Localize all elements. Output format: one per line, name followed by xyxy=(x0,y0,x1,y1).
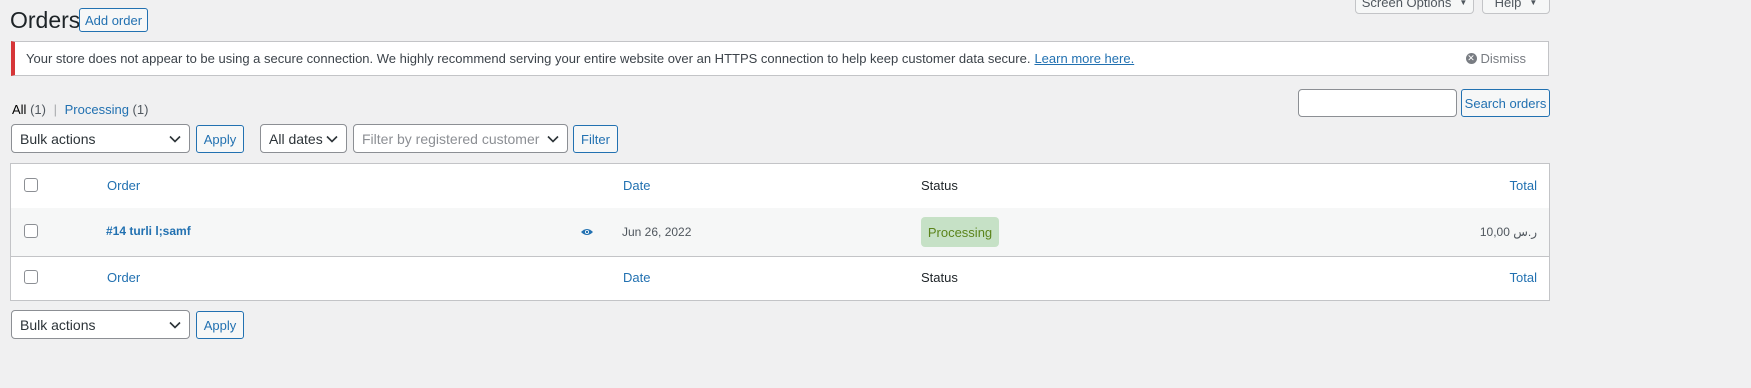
apply-button-bottom[interactable]: Apply xyxy=(196,311,244,339)
dismiss-button[interactable]: ✕ Dismiss xyxy=(1465,51,1527,66)
view-processing[interactable]: Processing (1) xyxy=(65,102,149,117)
view-all[interactable]: All (1) xyxy=(12,102,50,117)
column-header-total[interactable]: Total xyxy=(1510,178,1537,193)
notice-message: Your store does not appear to be using a… xyxy=(26,51,1031,66)
screen-options-label: Screen Options xyxy=(1361,0,1452,10)
view-all-count: (1) xyxy=(30,102,46,117)
order-date: Jun 26, 2022 xyxy=(622,225,692,239)
customer-filter-placeholder: Filter by registered customer xyxy=(362,130,540,147)
select-all-checkbox-footer[interactable] xyxy=(24,270,38,284)
bulk-actions-select-bottom[interactable]: Bulk actions xyxy=(11,310,190,339)
dates-select[interactable]: All dates xyxy=(260,124,347,153)
column-header-status: Status xyxy=(921,178,958,193)
chevron-down-icon xyxy=(326,135,338,143)
order-link[interactable]: #14 turli l;samf xyxy=(106,224,191,238)
chevron-down-icon xyxy=(547,135,559,143)
customer-filter-select[interactable]: Filter by registered customer xyxy=(353,124,568,153)
dismiss-icon: ✕ xyxy=(1465,53,1477,64)
filter-button[interactable]: Filter xyxy=(573,125,618,153)
search-input[interactable] xyxy=(1298,89,1457,117)
table-row[interactable]: #14 turli l;samf Jun 26, 2022 Processing… xyxy=(11,208,1549,257)
dates-value: All dates xyxy=(269,130,323,147)
column-footer-order[interactable]: Order xyxy=(107,270,140,285)
view-all-label: All xyxy=(12,102,27,117)
chevron-down-icon xyxy=(169,321,181,329)
add-order-button[interactable]: Add order xyxy=(79,8,148,32)
table-header-row: Order Date Status Total xyxy=(11,164,1549,209)
help-label: Help xyxy=(1494,0,1522,10)
caret-down-icon: ▼ xyxy=(1529,0,1538,7)
view-processing-label: Processing xyxy=(64,102,129,117)
column-footer-date[interactable]: Date xyxy=(623,270,650,285)
help-button[interactable]: Help ▼ xyxy=(1482,0,1550,14)
column-header-order[interactable]: Order xyxy=(107,178,140,193)
bulk-actions-value: Bulk actions xyxy=(20,130,96,147)
column-header-date[interactable]: Date xyxy=(623,178,650,193)
screen-options-button[interactable]: Screen Options ▼ xyxy=(1355,0,1474,14)
bulk-actions-select[interactable]: Bulk actions xyxy=(11,124,190,153)
page-title: Orders xyxy=(10,7,81,33)
status-badge: Processing xyxy=(921,217,999,247)
column-footer-status: Status xyxy=(921,270,958,285)
select-all-checkbox[interactable] xyxy=(24,178,38,192)
https-notice: Your store does not appear to be using a… xyxy=(11,41,1549,76)
order-views: All (1) | Processing (1) xyxy=(12,102,148,117)
bulk-actions-value-bottom: Bulk actions xyxy=(20,316,96,333)
caret-down-icon: ▼ xyxy=(1459,0,1468,7)
row-checkbox[interactable] xyxy=(24,224,38,238)
dismiss-label: Dismiss xyxy=(1480,51,1527,66)
preview-eye-icon[interactable] xyxy=(580,225,594,240)
orders-table: Order Date Status Total #14 turli l;samf… xyxy=(10,163,1550,301)
view-separator: | xyxy=(53,102,57,117)
table-footer-row: Order Date Status Total xyxy=(11,257,1549,300)
search-orders-button[interactable]: Search orders xyxy=(1461,89,1550,117)
notice-learn-more-link[interactable]: Learn more here. xyxy=(1034,51,1134,66)
apply-button[interactable]: Apply xyxy=(196,125,244,153)
chevron-down-icon xyxy=(169,135,181,143)
view-processing-count: (1) xyxy=(132,102,149,117)
column-footer-total[interactable]: Total xyxy=(1510,270,1537,285)
order-total: 10,00 ر.س xyxy=(1479,225,1537,239)
